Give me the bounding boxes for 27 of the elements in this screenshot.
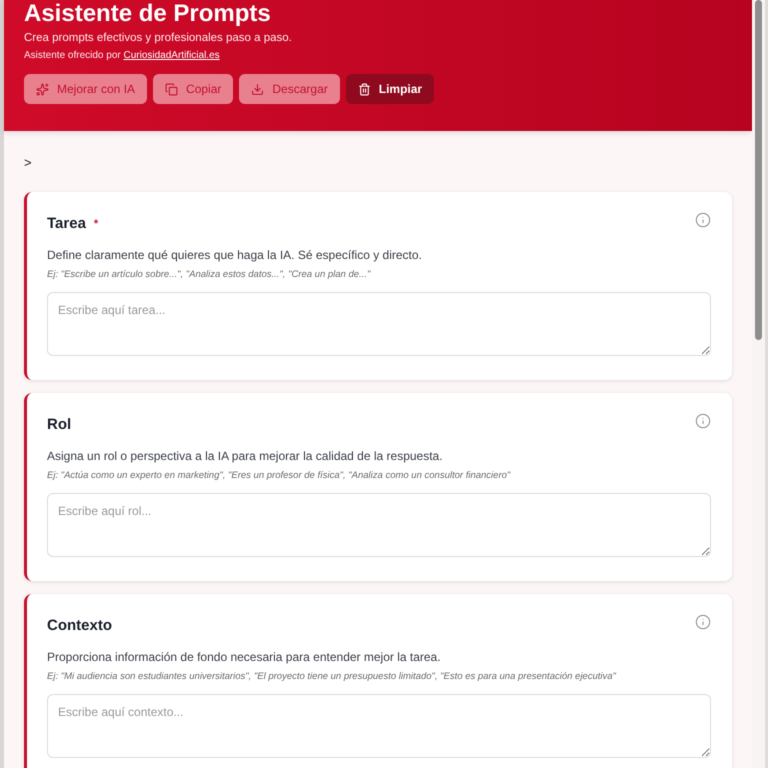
trash-icon	[358, 82, 371, 96]
section-example: Ej: "Escribe un artículo sobre...", "Analiza estos datos...", "Crea un plan de..."	[47, 268, 372, 282]
section-description: Proporciona información de fondo necesaria para entender mejor la tarea.	[47, 649, 442, 666]
required-marker: *	[94, 217, 98, 232]
section-example: Ej: "Actúa como un experto en marketing", "Eres un profesor de física", "Analiza como un consultor financiero"	[47, 469, 512, 483]
info-icon[interactable]	[695, 212, 711, 228]
section-title: Rol	[47, 415, 72, 435]
section-title: Contexto	[47, 616, 112, 636]
section-description: Asigna un rol o perspectiva a la IA para mejorar la calidad de la respuesta.	[47, 448, 444, 465]
download-icon	[251, 82, 264, 96]
text-area-field[interactable]: Escribe aquí contexto...	[47, 694, 711, 758]
info-icon[interactable]	[695, 614, 711, 630]
section-description: Define claramente qué quieres que haga la IA. Sé específico y directo.	[47, 247, 423, 264]
expand-toggle[interactable]: >	[24, 155, 32, 171]
credit-text: Asistente ofrecido por CuriosidadArtificial.es	[24, 49, 221, 63]
section-example: Ej: "Mi audiencia son estudiantes universitarios", "El proyecto tiene un presupuesto limitado", "Esto es para una presentación ejecutiva"	[47, 670, 618, 684]
credit-link[interactable]: CuriosidadArtificial.es	[124, 50, 220, 61]
subtitle-text: Crea prompts efectivos y profesionales paso a paso.	[24, 31, 293, 46]
sparkle-icon	[36, 82, 49, 96]
copy-icon	[165, 82, 178, 96]
text-area-field[interactable]: Escribe aquí rol...	[47, 493, 711, 557]
clear-button[interactable]: Limpiar	[346, 74, 434, 104]
page-title: Asistente de Prompts	[24, 0, 272, 28]
section-title: Tarea	[47, 214, 86, 234]
info-icon[interactable]	[695, 413, 711, 429]
text-area-field[interactable]: Escribe aquí tarea...	[47, 292, 711, 356]
scrollbar-thumb[interactable]	[755, 0, 762, 340]
